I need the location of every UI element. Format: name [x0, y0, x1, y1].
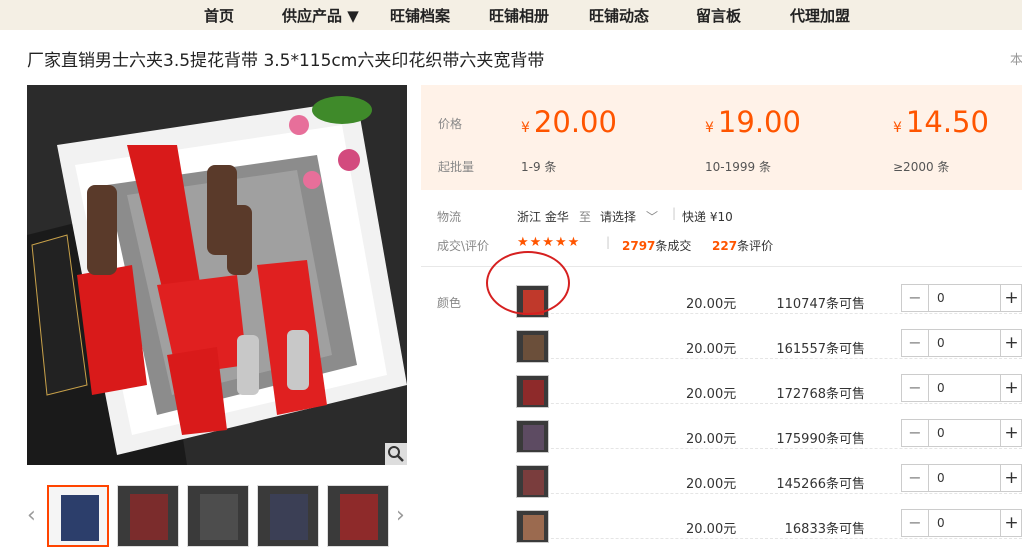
destination-select[interactable]: 请选择 ﹀ [600, 208, 658, 225]
quantity-stepper: − 0 + [901, 464, 1022, 492]
price-tier-1: ¥20.00 [521, 105, 617, 139]
quantity-input[interactable]: 0 [929, 330, 1000, 356]
decrease-button[interactable]: − [902, 420, 929, 446]
origin-text: 浙江 金华 [517, 210, 569, 224]
price-panel: 价格 起批量 ¥20.00 1-9 条 ¥19.00 10-1999 条 ¥14… [421, 85, 1022, 190]
variant-stock: 161557条可售 [776, 342, 865, 357]
gallery-thumb[interactable] [327, 485, 389, 547]
variant-stock: 175990条可售 [776, 432, 865, 447]
divider: | [672, 206, 677, 220]
decrease-button[interactable]: − [902, 330, 929, 356]
chevron-down-icon: ﹀ [646, 210, 659, 224]
deals-label: 成交\评价 [437, 239, 490, 253]
gallery-thumb[interactable] [257, 485, 319, 547]
decrease-button[interactable]: − [902, 465, 929, 491]
nav-agent[interactable]: 代理加盟 [790, 5, 850, 26]
variant-row: 20.00元 175990条可售 − 0 + [516, 404, 1022, 453]
increase-button[interactable]: + [1000, 420, 1022, 446]
gallery-thumb[interactable] [187, 485, 249, 547]
deal-count[interactable]: 2797条成交 [622, 237, 691, 254]
quantity-stepper: − 0 + [901, 374, 1022, 402]
variant-row: 20.00元 16833条可售 − 0 + [516, 494, 1022, 543]
nav-news[interactable]: 旺铺动态 [589, 5, 649, 26]
zoom-button[interactable] [385, 443, 407, 465]
variant-stock: 172768条可售 [776, 387, 865, 402]
nav-products[interactable]: 供应产品 ▼ [282, 5, 359, 26]
variant-price: 20.00元 [686, 477, 737, 492]
quantity-stepper: − 0 + [901, 284, 1022, 312]
decrease-button[interactable]: − [902, 510, 929, 536]
variant-stock: 16833条可售 [784, 522, 865, 537]
variant-row: 20.00元 172768条可售 − 0 + [516, 359, 1022, 408]
quantity-input[interactable]: 0 [929, 375, 1000, 401]
thumb-next-icon[interactable]: › [396, 503, 405, 528]
thumb-prev-icon[interactable]: ‹ [27, 503, 36, 528]
rating-stars: ★★★★★ [517, 235, 581, 250]
quantity-input[interactable]: 0 [929, 510, 1000, 536]
divider: | [606, 235, 611, 249]
variant-price: 20.00元 [686, 432, 737, 447]
increase-button[interactable]: + [1000, 465, 1022, 491]
quantity-stepper: − 0 + [901, 509, 1022, 537]
qty-tier-1: 1-9 条 [521, 160, 557, 174]
color-label: 颜色 [437, 296, 462, 310]
gallery-thumb[interactable] [117, 485, 179, 547]
variant-swatch[interactable] [516, 510, 549, 543]
qty-tier-3: ≥2000 条 [893, 160, 950, 174]
product-title: 厂家直销男士六夹3.5提花背带 3.5*115cm六夹印花织带六夹宽背带 [27, 51, 545, 71]
main-product-image[interactable] [27, 85, 407, 465]
moq-label: 起批量 [438, 160, 475, 174]
increase-button[interactable]: + [1000, 330, 1022, 356]
qty-tier-2: 10-1999 条 [705, 160, 771, 174]
quantity-stepper: − 0 + [901, 329, 1022, 357]
magnifier-icon [388, 446, 404, 462]
variant-stock: 145266条可售 [776, 477, 865, 492]
quantity-input[interactable]: 0 [929, 465, 1000, 491]
variant-price: 20.00元 [686, 387, 737, 402]
to-text: 至 [579, 210, 592, 224]
price-tier-2: ¥19.00 [705, 105, 801, 139]
nav-profile[interactable]: 旺铺档案 [390, 5, 450, 26]
decrease-button[interactable]: − [902, 285, 929, 311]
variant-price: 20.00元 [686, 342, 737, 357]
increase-button[interactable]: + [1000, 510, 1022, 536]
variant-stock: 110747条可售 [776, 297, 865, 312]
increase-button[interactable]: + [1000, 375, 1022, 401]
variant-row: 20.00元 110747条可售 − 0 + [516, 269, 1022, 318]
quantity-stepper: − 0 + [901, 419, 1022, 447]
logistics-label: 物流 [437, 210, 462, 224]
price-tier-3: ¥14.50 [893, 105, 989, 139]
variant-price: 20.00元 [686, 522, 737, 537]
price-label: 价格 [438, 117, 463, 131]
quantity-input[interactable]: 0 [929, 420, 1000, 446]
gallery-thumb[interactable] [47, 485, 109, 547]
nav-home[interactable]: 首页 [204, 5, 234, 26]
variant-price: 20.00元 [686, 297, 737, 312]
shipping-fee: 快递 ¥10 [682, 210, 733, 224]
increase-button[interactable]: + [1000, 285, 1022, 311]
decrease-button[interactable]: − [902, 375, 929, 401]
variant-row: 20.00元 145266条可售 − 0 + [516, 449, 1022, 498]
review-count[interactable]: 227条评价 [712, 237, 773, 254]
quantity-input[interactable]: 0 [929, 285, 1000, 311]
highlight-circle [486, 251, 570, 315]
top-nav: 首页 供应产品 ▼ 旺铺档案 旺铺相册 旺铺动态 留言板 代理加盟 [0, 0, 1022, 30]
nav-album[interactable]: 旺铺相册 [489, 5, 549, 26]
nav-messages[interactable]: 留言板 [696, 5, 741, 26]
variant-row: 20.00元 161557条可售 − 0 + [516, 314, 1022, 363]
title-side-text: 本 [1010, 53, 1022, 68]
